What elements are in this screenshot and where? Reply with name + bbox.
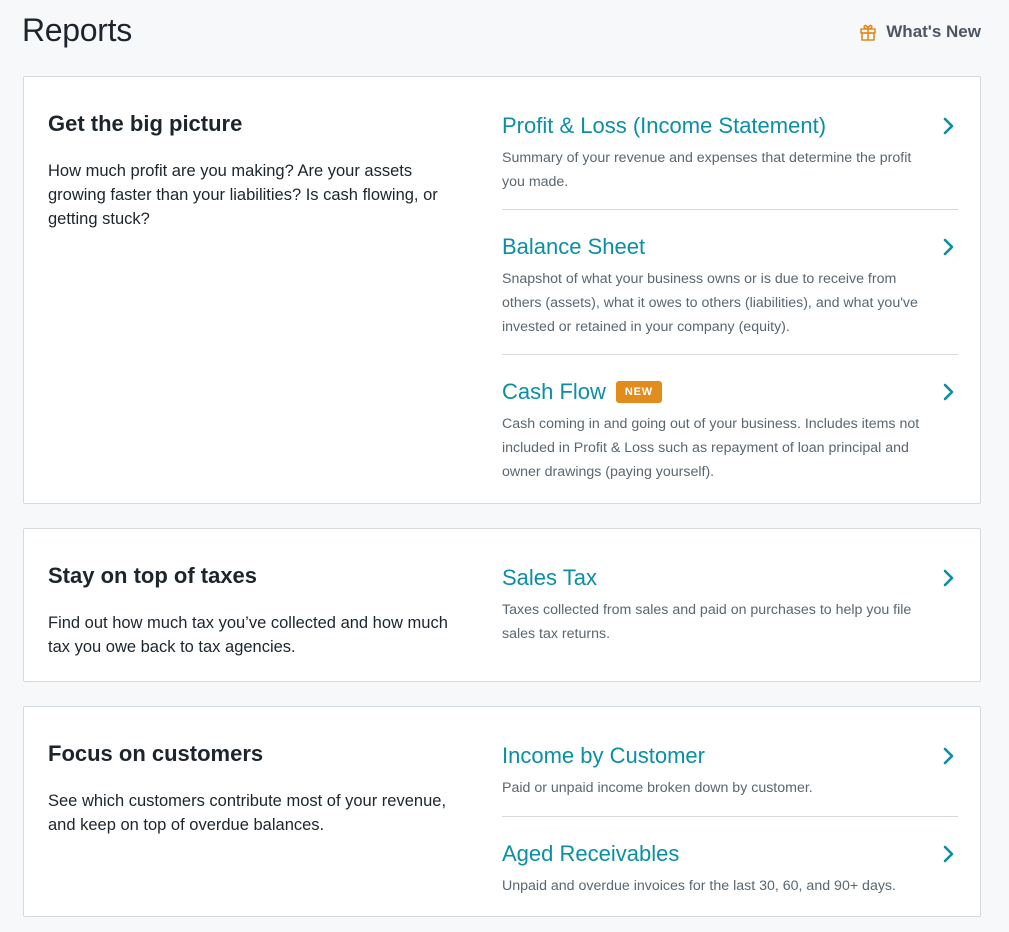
report-description: Snapshot of what your business owns or i…: [502, 271, 918, 335]
report-description: Taxes collected from sales and paid on p…: [502, 602, 912, 642]
report-title: Sales Tax: [502, 565, 597, 590]
report-title: Income by Customer: [502, 743, 705, 768]
report-link-sales-tax[interactable]: Sales Tax Taxes collected from sales and…: [502, 563, 958, 653]
page-header: Reports What's New: [0, 0, 1009, 76]
whats-new-label: What's New: [886, 22, 981, 41]
report-link-aged-receivables[interactable]: Aged Receivables Unpaid and overdue invo…: [502, 816, 958, 907]
report-link-cash-flow[interactable]: Cash Flow NEW Cash coming in and going o…: [502, 354, 958, 495]
report-link-profit-loss[interactable]: Profit & Loss (Income Statement) Summary…: [502, 111, 958, 209]
section-heading: Stay on top of taxes: [48, 563, 258, 588]
chevron-right-icon: [943, 845, 954, 863]
report-title: Cash Flow: [502, 379, 606, 404]
section-description: Find out how much tax you’ve collected a…: [48, 614, 448, 656]
chevron-right-icon: [943, 383, 954, 401]
chevron-right-icon: [943, 747, 954, 765]
chevron-right-icon: [943, 238, 954, 256]
section-big-picture: Get the big picture How much profit are …: [23, 76, 981, 504]
section-customers: Focus on customers See which customers c…: [23, 706, 981, 917]
report-title: Aged Receivables: [502, 841, 680, 866]
report-title: Profit & Loss (Income Statement): [502, 113, 827, 138]
report-title: Balance Sheet: [502, 234, 646, 259]
report-description: Cash coming in and going out of your bus…: [502, 416, 920, 480]
new-badge: NEW: [615, 381, 662, 403]
report-description: Paid or unpaid income broken down by cus…: [502, 780, 813, 796]
whats-new-button[interactable]: What's New: [859, 22, 981, 42]
section-taxes: Stay on top of taxes Find out how much t…: [23, 528, 981, 682]
report-link-income-by-customer[interactable]: Income by Customer Paid or unpaid income…: [502, 741, 958, 816]
section-description: See which customers contribute most of y…: [48, 792, 447, 834]
chevron-right-icon: [943, 569, 954, 587]
report-description: Unpaid and overdue invoices for the last…: [502, 878, 896, 894]
section-heading: Get the big picture: [48, 111, 243, 136]
section-description: How much profit are you making? Are your…: [48, 162, 438, 228]
report-description: Summary of your revenue and expenses tha…: [502, 150, 912, 190]
report-link-balance-sheet[interactable]: Balance Sheet Snapshot of what your busi…: [502, 209, 958, 355]
section-heading: Focus on customers: [48, 741, 264, 766]
gift-icon: [859, 23, 877, 41]
chevron-right-icon: [943, 117, 954, 135]
page-title: Reports: [22, 12, 132, 48]
